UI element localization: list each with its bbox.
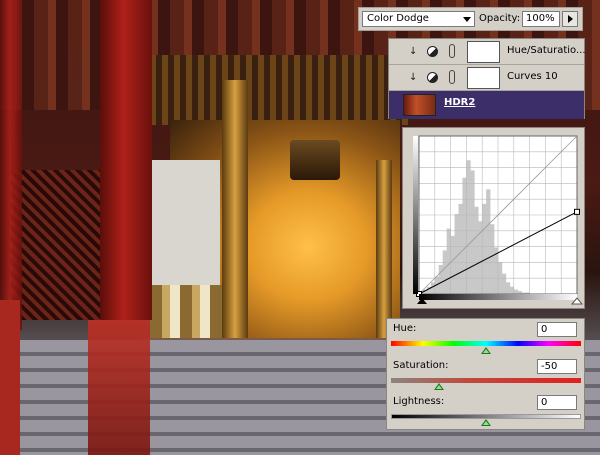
histogram-bar <box>466 160 471 294</box>
layer-mask-thumbnail[interactable] <box>467 41 500 63</box>
output-gradient <box>419 294 577 300</box>
layer-thumbnail[interactable] <box>403 94 436 116</box>
hue-slider-track[interactable] <box>391 341 581 346</box>
histogram-bar <box>505 282 511 294</box>
histogram-bar <box>482 203 487 294</box>
histogram-bar <box>513 289 519 294</box>
histogram-bar <box>446 228 451 294</box>
lightness-label: Lightness: <box>393 396 445 407</box>
hue-saturation-panel: Hue: 0 Saturation: -50 Lightness: 0 <box>386 318 585 430</box>
opacity-label: Opacity: <box>479 13 521 24</box>
red-railing-left <box>0 300 20 455</box>
layer-name: Curves 10 <box>507 71 558 82</box>
hue-label: Hue: <box>393 323 417 334</box>
red-pillar <box>100 0 152 320</box>
histogram-bar <box>462 177 467 294</box>
lightness-input[interactable]: 0 <box>537 395 577 410</box>
inner-ceiling <box>150 55 410 125</box>
input-gradient <box>413 136 418 294</box>
histogram-bar <box>490 224 495 294</box>
histogram-bar <box>438 264 443 294</box>
gold-pillar <box>222 80 248 350</box>
histogram-bar <box>430 282 436 294</box>
histogram-bar <box>458 203 463 294</box>
blend-mode-select[interactable]: Color Dodge <box>362 11 475 27</box>
chain-link-icon[interactable] <box>449 44 455 58</box>
red-railing <box>88 320 150 455</box>
histogram-bar <box>470 170 475 294</box>
histogram-bar <box>450 235 455 294</box>
curves-graph[interactable] <box>403 128 584 308</box>
curve-point[interactable] <box>574 208 580 215</box>
saturation-slider-thumb[interactable] <box>433 383 444 390</box>
histogram-bar <box>474 206 479 294</box>
layers-panel: ↓ Hue/Saturatio... ↓ Curves 10 HDR2 <box>388 38 586 119</box>
layer-name: Hue/Saturatio... <box>507 45 586 56</box>
saturation-input[interactable]: -50 <box>537 359 577 374</box>
white-wall <box>150 160 220 290</box>
curves-panel <box>402 127 585 309</box>
saturation-slider-track[interactable] <box>391 378 581 383</box>
blend-mode-value: Color Dodge <box>367 13 429 24</box>
histogram-bar <box>442 250 447 294</box>
clip-arrow-icon: ↓ <box>409 72 418 83</box>
opacity-input[interactable]: 100% <box>522 11 560 27</box>
layer-hdr2[interactable]: HDR2 <box>389 91 584 119</box>
histogram-bar <box>501 273 507 294</box>
layer-curves[interactable]: ↓ Curves 10 <box>389 65 584 91</box>
adjustment-layer-icon <box>427 46 438 57</box>
chain-link-icon[interactable] <box>449 70 455 84</box>
dropdown-arrow-icon <box>463 17 471 22</box>
layer-mask-thumbnail[interactable] <box>467 67 500 89</box>
adjustment-layer-icon <box>427 72 438 83</box>
screen-panels <box>150 285 225 340</box>
layer-name: HDR2 <box>444 97 476 108</box>
histogram-bar <box>509 286 515 294</box>
opacity-slider-button[interactable] <box>562 11 578 27</box>
gold-pillar-right <box>376 160 392 340</box>
histogram-bar <box>454 214 459 294</box>
hue-slider-thumb[interactable] <box>481 347 491 354</box>
saturation-label: Saturation: <box>393 360 449 371</box>
clip-arrow-icon: ↓ <box>409 46 418 57</box>
hue-input[interactable]: 0 <box>537 322 577 337</box>
red-pillar-left <box>0 0 22 330</box>
lattice-door <box>10 170 100 320</box>
layer-hue-saturation[interactable]: ↓ Hue/Saturatio... <box>389 39 586 65</box>
layer-options-bar: Color Dodge Opacity: 100% <box>358 7 583 31</box>
hanging-lantern <box>290 140 340 180</box>
lightness-slider-thumb[interactable] <box>481 419 491 426</box>
